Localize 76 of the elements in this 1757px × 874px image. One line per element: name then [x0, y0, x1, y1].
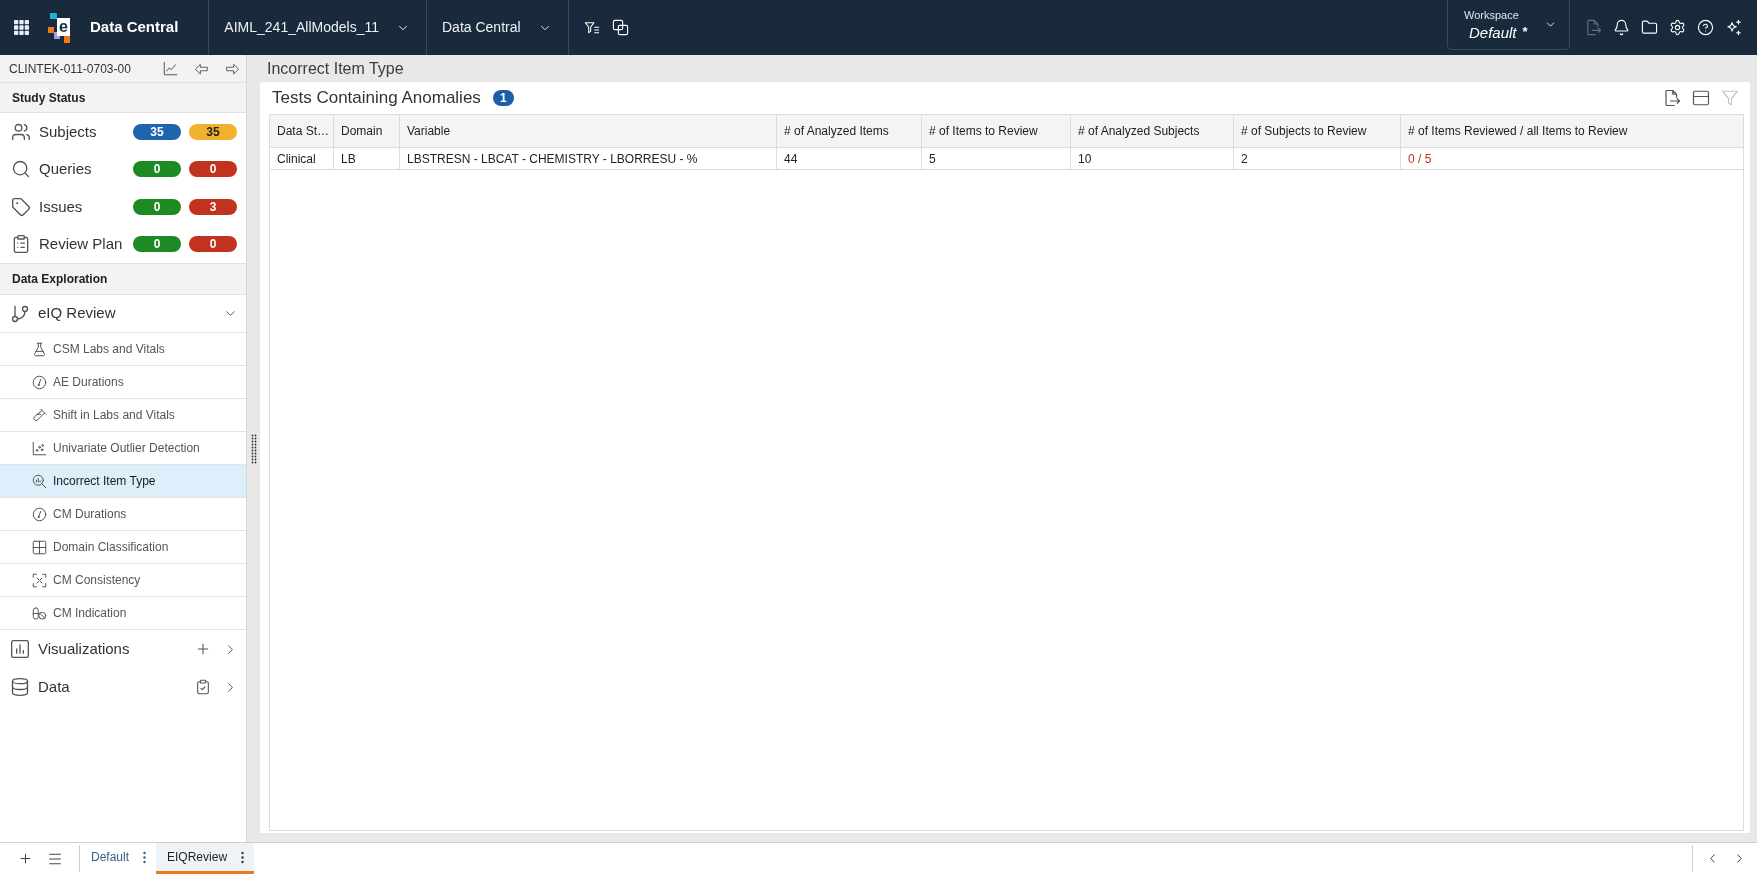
magnifier-chart-icon — [32, 473, 47, 489]
bell-icon[interactable] — [1613, 19, 1630, 36]
tag-icon — [10, 196, 32, 217]
page-title: Incorrect Item Type — [267, 58, 404, 79]
table-cell: LB — [334, 148, 400, 169]
column-header[interactable]: # of Items Reviewed / all Items to Review — [1401, 115, 1743, 147]
count-badge: 0 — [189, 161, 237, 178]
search-icon — [10, 159, 32, 180]
table-cell: Clinical — [270, 148, 334, 169]
settings-icon[interactable] — [1669, 19, 1686, 36]
folder-icon[interactable] — [1641, 19, 1658, 36]
count-badge: 0 — [133, 198, 181, 215]
table-cell: 2 — [1234, 148, 1401, 169]
study-id: CLINTEK-011-0703-00 — [9, 60, 131, 78]
table-cell: 44 — [777, 148, 922, 169]
column-header[interactable]: Domain — [334, 115, 400, 147]
table-cell: LBSTRESN - LBCAT - CHEMISTRY - LBORRESU - % — [400, 148, 777, 169]
database-icon — [10, 677, 30, 697]
section-header: Data Exploration — [0, 263, 246, 295]
count-badge: 35 — [189, 123, 237, 140]
app-title: Data Central — [90, 17, 179, 38]
module-selector[interactable]: Data Central — [427, 0, 568, 55]
study-selector[interactable]: AIML_241_AllModels_11 — [209, 0, 426, 55]
table-cell-text: 0 / 5 — [1407, 150, 1433, 168]
users-icon — [10, 121, 32, 142]
table-cell: 10 — [1071, 148, 1234, 169]
nav-group[interactable]: Visualizations — [0, 630, 246, 668]
apps-grid-icon[interactable] — [14, 20, 29, 35]
filter-list-icon[interactable] — [582, 19, 601, 36]
bar-chart-icon — [10, 639, 30, 659]
count-badge: 3 — [189, 198, 237, 215]
column-header[interactable]: Data St… — [270, 115, 334, 147]
sparkle-icon[interactable] — [1725, 19, 1742, 36]
column-header[interactable]: # of Items to Review — [922, 115, 1071, 147]
table-grid-icon — [32, 539, 47, 555]
clipboard-check-icon[interactable] — [195, 679, 211, 695]
test-tube-icon — [32, 407, 47, 423]
capsule-icon — [32, 605, 47, 621]
nav-subitem[interactable]: Incorrect Item Type — [0, 465, 246, 498]
count-badge: 1 — [492, 90, 514, 106]
help-icon[interactable] — [1697, 19, 1714, 36]
dashed-frame-icon — [32, 572, 47, 588]
gauge-icon — [32, 506, 47, 522]
column-header[interactable]: # of Subjects to Review — [1234, 115, 1401, 147]
section-header: Study Status — [0, 82, 246, 113]
kebab-icon[interactable] — [143, 850, 147, 864]
count-badge: 0 — [133, 161, 181, 178]
column-header[interactable]: Variable — [400, 115, 777, 147]
nav-item[interactable]: Subjects 35 35 — [0, 113, 246, 151]
scatter-chart-icon — [32, 440, 47, 456]
table-cell: 5 — [922, 148, 1071, 169]
count-badge: 0 — [189, 236, 237, 253]
resize-handle[interactable] — [250, 433, 257, 464]
overlap-squares-icon[interactable] — [611, 19, 629, 36]
nav-item[interactable]: Issues 0 3 — [0, 188, 246, 226]
file-export-icon[interactable] — [1663, 89, 1681, 107]
workspace-selector[interactable]: Workspace Default * — [1447, 0, 1570, 50]
nav-group[interactable]: Data — [0, 668, 246, 706]
gauge-icon — [32, 374, 47, 390]
arrow-right-icon[interactable] — [224, 61, 241, 76]
arrow-left-icon[interactable] — [193, 61, 210, 76]
flask-icon — [32, 341, 47, 357]
panel-layout-icon[interactable] — [1692, 89, 1710, 107]
line-chart-icon[interactable] — [162, 61, 179, 76]
nav-item[interactable]: Review Plan 0 0 — [0, 225, 246, 263]
kebab-icon[interactable] — [241, 850, 245, 864]
column-header[interactable]: # of Analyzed Subjects — [1071, 115, 1234, 147]
app-logo: e — [48, 12, 70, 43]
card-title: Tests Containing Anomalies — [272, 87, 481, 110]
tab[interactable]: EIQReview — [156, 843, 255, 874]
count-badge: 0 — [133, 236, 181, 253]
nav-item[interactable]: Queries 0 0 — [0, 150, 246, 188]
column-header[interactable]: # of Analyzed Items — [777, 115, 922, 147]
count-badge: 35 — [133, 123, 181, 140]
plus-icon[interactable] — [18, 851, 33, 866]
branch-icon — [10, 303, 30, 324]
